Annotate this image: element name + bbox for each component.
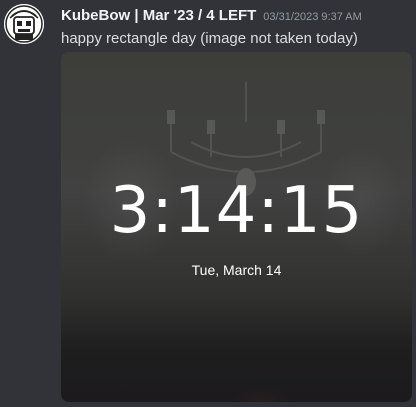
robot-avatar-icon — [4, 4, 44, 44]
clock-time: 3:14:15 — [109, 174, 364, 248]
chat-message: KubeBow | Mar '23 / 4 LEFT 03/31/2023 9:… — [0, 0, 416, 407]
message-text: happy rectangle day (image not taken tod… — [61, 30, 358, 47]
user-avatar[interactable] — [4, 4, 44, 44]
image-attachment[interactable]: 3:14:15 Tue, March 14 — [61, 52, 412, 402]
message-timestamp[interactable]: 03/31/2023 9:37 AM — [263, 11, 361, 23]
username[interactable]: KubeBow | Mar '23 / 4 LEFT — [61, 7, 256, 24]
message-header: KubeBow | Mar '23 / 4 LEFT 03/31/2023 9:… — [61, 7, 362, 29]
clock-date: Tue, March 14 — [191, 262, 282, 278]
floor-shadow — [61, 342, 412, 402]
